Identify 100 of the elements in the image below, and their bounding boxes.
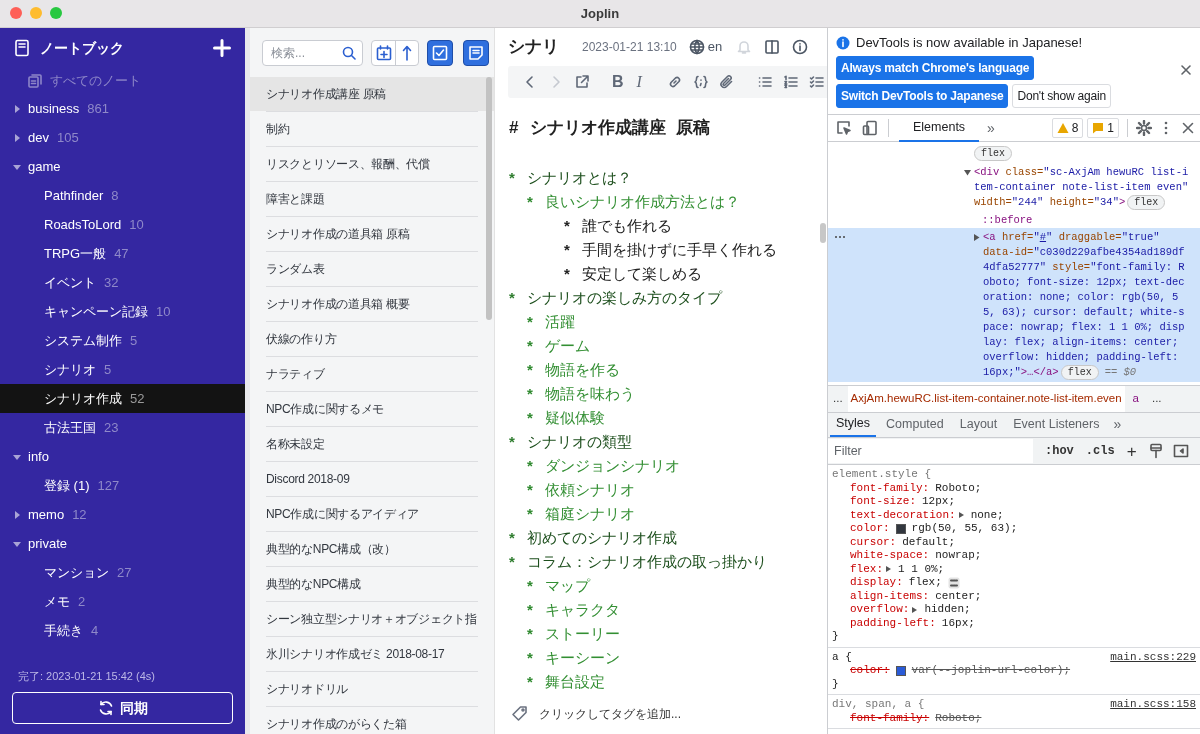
notebook-item[interactable]: マンション 27 [0,558,245,587]
filter-field[interactable]: Filter [828,439,1033,463]
caret-right-icon[interactable] [12,103,22,114]
css-property-value[interactable]: hidden; [924,603,971,617]
note-list-item[interactable]: ランダム表 [250,252,494,286]
css-property-value[interactable]: nowrap; [935,549,982,563]
css-property-name[interactable]: white-space: [850,549,930,563]
note-list-item[interactable]: シナリオ作成のがらくた箱 [250,707,494,734]
note-list-item[interactable]: シナリオ作成講座 原稿 [250,77,494,111]
color-swatch[interactable] [895,665,906,676]
notebook-item[interactable]: business 861 [0,94,245,123]
globe-icon[interactable] [688,39,705,55]
breadcrumb-item[interactable]: ... [828,390,848,408]
caret-right-icon[interactable] [12,509,22,520]
code-line[interactable]: oboto; font-size: 12px; text-dec [983,275,1185,290]
cls-button[interactable]: .cls [1085,442,1115,460]
css-property-value[interactable]: none; [970,508,1004,522]
notebook-item[interactable]: メモ 2 [0,587,245,616]
expand-arrow-icon[interactable] [911,605,919,614]
notebook-item[interactable]: TRPG一般 47 [0,239,245,268]
italic-button[interactable]: I [631,70,647,94]
more-tabs-button[interactable]: » [1113,412,1122,437]
note-list-item[interactable]: シナリオドリル [250,672,494,706]
css-property-value[interactable]: rgb(50, 55, 63); [911,522,1018,536]
tag-prompt[interactable]: クリックしてタグを追加... [539,705,681,723]
code-line[interactable]: 5, 63); cursor: default; white-s [983,305,1185,320]
css-property-value[interactable]: center; [935,589,982,603]
note-title[interactable]: シナリ [508,34,574,60]
notebook-item[interactable]: 登録 (1) 127 [0,471,245,500]
note-list-item[interactable]: シーン独立型シナリオ＋オブジェクト指 [250,602,494,636]
code-line[interactable]: 4dfa52777" style="font-family: R [983,260,1185,275]
css-property-value[interactable]: Roboto; [935,711,982,725]
code-line[interactable]: data-id="c030d229afbe4354ad189df [983,245,1185,260]
css-property-name[interactable]: text-decoration: [850,508,956,522]
new-note-button[interactable] [463,39,489,66]
device-icon[interactable] [862,120,878,136]
new-rule-button[interactable]: + [1126,442,1137,460]
note-list-item[interactable]: リスクとリソース、報酬、代償 [250,147,494,181]
css-property-value[interactable]: 1 1 0%; [898,562,945,576]
notebook-item[interactable]: イベント 32 [0,268,245,297]
selected-dom-row[interactable] [828,228,1200,382]
language-label[interactable]: en [707,37,723,57]
note-list-item[interactable]: 名称未設定 [250,427,494,461]
css-property-name[interactable]: overflow: [850,603,910,617]
code-line[interactable]: <div class="sc-AxjAm hewuRC list-i [974,165,1189,180]
more-icon[interactable] [834,235,846,239]
note-list-item[interactable]: 典型的なNPC構成（改） [250,532,494,566]
note-list-item[interactable]: 氷川シナリオ作成ゼミ 2018-08-17 [250,637,494,671]
code-line[interactable]: oration: none; color: rgb(50, 5 [983,290,1179,305]
notebook-item[interactable]: private [0,529,245,558]
expand-arrow-icon[interactable] [957,511,965,520]
breadcrumb-item[interactable]: a [1124,390,1147,408]
css-property-value[interactable]: var(--joplin-url-color); [911,664,1071,678]
scrollbar[interactable] [486,77,492,320]
settings-icon[interactable] [1136,120,1152,136]
devtools-tab[interactable]: Elements [899,114,980,142]
flexbox-editor-icon[interactable] [947,576,960,589]
warnings-counter[interactable]: 8 [1051,118,1084,138]
note-list-item[interactable]: シナリオ作成の道具箱 概要 [250,287,494,321]
code-line[interactable]: <a href="#" draggable="true" [983,230,1160,245]
css-property-name[interactable]: padding-left: [850,616,936,630]
css-property-name[interactable]: font-family: [850,481,930,495]
plus-icon[interactable] [213,39,231,57]
css-property-value[interactable]: flex; [908,576,942,590]
scrollbar[interactable] [820,223,826,243]
notebook-item[interactable]: dev 105 [0,123,245,152]
notebook-item[interactable]: シナリオ作成 52 [0,384,245,413]
notebook-item[interactable]: 古法王国 23 [0,413,245,442]
layout-badge[interactable]: flex [1127,195,1166,210]
notebook-item[interactable]: game [0,152,245,181]
kebab-icon[interactable] [1164,120,1168,136]
new-todo-button[interactable] [427,39,453,66]
sidebar-toggle-icon[interactable] [1172,444,1189,458]
css-property-name[interactable]: font-family: [850,711,930,725]
caret-right-icon[interactable] [12,132,22,143]
notebook-item[interactable]: シナリオ 5 [0,355,245,384]
layout-badge[interactable]: flex [1060,365,1099,380]
styles-tab[interactable]: Event Listeners [1007,412,1106,437]
tag-bar[interactable]: クリックしてタグを追加... [495,698,827,730]
code-line[interactable]: pace: nowrap; flex: 1 1 0%; disp [983,320,1185,335]
css-property-name[interactable]: align-items: [850,589,930,603]
bold-button[interactable]: B [610,70,626,94]
sync-button[interactable]: 同期 [12,692,233,724]
note-list-item[interactable]: 制約 [250,112,494,146]
notebook-item[interactable]: キャンペーン記録 10 [0,297,245,326]
code-line[interactable]: 16px;">…</a> [983,365,1059,380]
css-property-value[interactable]: default; [902,535,956,549]
note-list-item[interactable]: Discord 2018-09 [250,462,494,496]
note-list-item[interactable]: 典型的なNPC構成 [250,567,494,601]
inspect-icon[interactable] [836,120,852,136]
note-list-item[interactable]: 伏線の作り方 [250,322,494,356]
note-list-item[interactable]: NPC作成に関するアイディア [250,497,494,531]
source-link[interactable]: main.scss:158 [1110,698,1196,712]
css-property-name[interactable]: display: [850,576,903,590]
code-line[interactable]: tem-container note-list-item even" [974,180,1189,195]
code-line[interactable]: overflow: hidden; padding-left: [983,350,1179,365]
source-link[interactable]: main.scss:229 [1110,650,1196,664]
css-property-name[interactable]: cursor: [850,535,897,549]
search-field[interactable]: 検索... [262,39,363,66]
css-property-name[interactable]: color: [850,664,890,678]
